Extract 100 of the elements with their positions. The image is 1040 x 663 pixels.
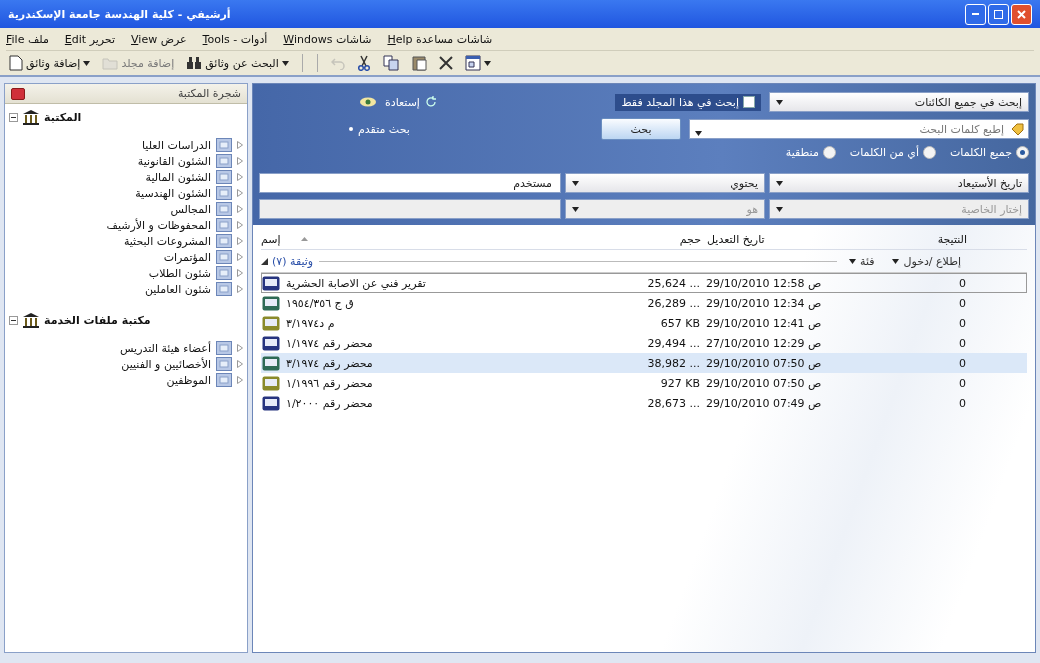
file-size: 927 KB: [660, 376, 700, 390]
refresh-icon: [424, 96, 437, 108]
copy-icon: [382, 55, 399, 71]
caret-icon: [83, 60, 91, 66]
panel-title: شجرة المكتبة: [177, 87, 241, 100]
clipboard-icon: [410, 55, 427, 71]
tree-item[interactable]: المجالس: [170, 202, 211, 216]
eye-icon: [359, 96, 377, 108]
modified-date: 29/10/2010 07:50 ص: [706, 356, 822, 370]
modified-date: 27/10/2010 12:29 ص: [706, 336, 822, 350]
property-dropdown[interactable]: تاريخ الأستيعاد: [769, 173, 1029, 193]
file-size: 38,982 ...: [647, 356, 700, 370]
caret-icon: [776, 206, 783, 212]
tree-item[interactable]: شئون العاملين: [144, 282, 211, 296]
modified-date: 29/10/2010 12:41 ص: [706, 316, 822, 330]
window-title: أرشيفي - كلية الهندسة جامعة الإسكندرية: [8, 7, 231, 21]
file-name: محضر رقم ٣/١٩٧٤: [286, 356, 373, 370]
tag-icon: [1010, 122, 1024, 136]
caret-icon: [892, 258, 900, 264]
binoculars-icon: [186, 56, 203, 70]
collapse-icon[interactable]: [9, 113, 18, 122]
filter-dropdown[interactable]: فئة: [843, 254, 881, 268]
file-name: ق ج ١٩٥٤/٣٥٦: [286, 296, 354, 310]
close-button[interactable]: [11, 87, 25, 100]
maximize-button[interactable]: [988, 3, 1009, 25]
file-size: 26,289 ...: [647, 296, 700, 310]
result-score: 0: [959, 356, 966, 370]
scope-dropdown[interactable]: إبحث في جميع الكائنات: [769, 92, 1029, 112]
operator-dropdown[interactable]: يحتوي: [565, 173, 765, 193]
toolbar-button[interactable]: البحث عن وثائق: [183, 55, 292, 71]
toolbar-button[interactable]: إضافة وثائق: [6, 54, 94, 72]
modified-date: 29/10/2010 12:34 ص: [706, 296, 822, 310]
properties-icon: [464, 55, 481, 71]
result-score: 0: [959, 276, 966, 290]
modified-date: 29/10/2010 07:50 ص: [706, 376, 822, 390]
library-icon: [22, 110, 40, 125]
caret-icon: [572, 180, 579, 186]
restore-button[interactable]: إستعادة: [385, 95, 437, 109]
caret-icon: [281, 60, 289, 66]
file-name: م د٣/١٩٧٤: [286, 316, 335, 330]
tree-item[interactable]: شئون الطلاب: [148, 266, 211, 280]
search-field[interactable]: إطبع كلمات البحث: [689, 119, 1029, 139]
file-size: 657 KB: [660, 316, 700, 330]
tree-item[interactable]: أعضاء هيئة التدريس: [120, 341, 211, 355]
result-score: 0: [959, 376, 966, 390]
caret-icon: [776, 99, 783, 105]
result-score: 0: [959, 396, 966, 410]
filter-dropdown[interactable]: إطلاع /دخول: [886, 254, 967, 268]
collapse-icon[interactable]: [9, 316, 18, 325]
caret-icon: [572, 206, 579, 212]
column-header[interactable]: تاريخ التعديل: [707, 232, 765, 246]
folder-checkbox[interactable]: إبحث في هذا المجلد فقط: [615, 93, 761, 111]
group-header[interactable]: وثيقة (٧): [261, 254, 314, 268]
maximize-icon: [994, 9, 1003, 19]
close-icon: [1017, 9, 1026, 19]
undo-icon: [330, 56, 345, 70]
file-name: محضر رقم ١/٢٠٠٠: [286, 396, 373, 410]
search-button[interactable]: بحث: [601, 118, 681, 140]
column-header[interactable]: النتيجة: [937, 232, 967, 246]
tree-item[interactable]: الشئون الهندسية: [135, 186, 211, 200]
radio-button[interactable]: أي من الكلمات: [849, 146, 936, 159]
radio-button[interactable]: جميع الكلمات: [949, 146, 1029, 159]
modified-date: 29/10/2010 12:58 ص: [706, 276, 822, 290]
column-header[interactable]: إسم: [261, 232, 281, 246]
library-icon: [22, 313, 40, 328]
tree-item[interactable]: المحفوظات و الأرشيف: [106, 218, 211, 232]
file-size: 28,673 ...: [647, 396, 700, 410]
tree-item[interactable]: الشئون القانونية: [137, 154, 211, 168]
tree-item[interactable]: الأخصائيين و الفنيين: [121, 357, 211, 371]
minimize-icon: [972, 13, 979, 15]
file-name: محضر رقم ١/١٩٧٤: [286, 336, 373, 350]
result-score: 0: [959, 316, 966, 330]
result-score: 0: [959, 336, 966, 350]
collapse-icon: [261, 257, 268, 265]
tree-item[interactable]: الموظفين: [166, 373, 211, 387]
tree-item[interactable]: الشئون المالية: [145, 170, 211, 184]
bullet-icon: [349, 127, 353, 131]
minimize-button[interactable]: [965, 3, 986, 25]
scissors-icon: [356, 55, 371, 71]
file-size: 25,624 ...: [647, 276, 700, 290]
file-name: تقرير فني عن الاصابة الحشرية: [286, 276, 426, 290]
tree-item[interactable]: المشروعات البحثية: [123, 234, 211, 248]
result-score: 0: [959, 296, 966, 310]
tree-item[interactable]: المكتبة: [44, 111, 82, 124]
value-field[interactable]: مستخدم: [259, 173, 561, 193]
tree-item[interactable]: المؤتمرات: [163, 250, 211, 264]
tree-item[interactable]: الدراسات العليا: [142, 138, 211, 152]
file-name: محضر رقم ١/١٩٩٦: [286, 376, 373, 390]
modified-date: 29/10/2010 07:49 ص: [706, 396, 822, 410]
sort-icon: [300, 237, 308, 241]
column-header[interactable]: حجم: [679, 232, 701, 246]
caret-icon: [776, 180, 783, 186]
advanced-search-link[interactable]: بحث متقدم: [349, 122, 410, 136]
value-field[interactable]: [259, 199, 561, 219]
delete-icon: [438, 56, 453, 70]
document-icon: [9, 55, 23, 71]
radio-button[interactable]: منطقية: [785, 146, 836, 159]
caret-icon: [695, 131, 702, 136]
file-size: 29,494 ...: [647, 336, 700, 350]
tree-item[interactable]: مكتبة ملفات الخدمة: [44, 314, 151, 327]
